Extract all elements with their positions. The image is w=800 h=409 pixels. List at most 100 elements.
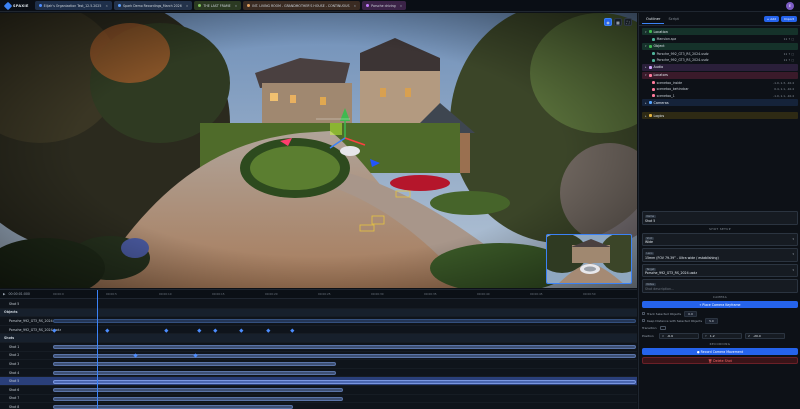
shot-bar[interactable] [53,353,636,359]
tab-last-frame[interactable]: THE LAST FRAME × [194,1,242,10]
time-tick: 00:00:20 [265,292,278,296]
tab-porsche-driving[interactable]: Porsche driving × [362,1,407,10]
shot-bar[interactable] [53,371,336,376]
object-track-bar[interactable] [53,319,636,324]
chevron-right-icon[interactable]: ▸ [645,114,647,118]
chevron-down-icon[interactable]: ▾ [645,44,647,48]
shot-name-field[interactable]: Name Shot 5 [642,211,798,225]
close-icon[interactable]: × [353,4,356,8]
scene-viewport[interactable]: ◉ ▦ ⛶ [0,13,637,288]
field-value: Wide [645,240,653,244]
close-icon[interactable]: × [186,4,189,8]
track-selected-checkbox[interactable]: Track Selected Objects 0.0 [642,310,798,317]
time-tick: 00:00:10 [159,292,172,296]
delete-shot-button[interactable]: 🗑 Delete Shot [642,357,798,364]
tab-script[interactable]: Script [664,15,682,23]
timeline-row-shot[interactable]: Shot 4 [0,369,637,378]
item-coordinates: -1.0, 1.1, -10.4 [773,93,794,98]
shot-type-select[interactable]: Shot Wide [642,232,798,246]
timeline-row-shot[interactable]: Shot 1 [0,343,637,352]
position-x-input[interactable]: X -6.9 [659,333,699,339]
keyframe-icon[interactable] [133,353,138,359]
value-chip[interactable]: 5.0 [705,317,718,324]
camera-preview[interactable] [546,234,632,284]
timeline-row-shot[interactable]: Shot 2 [0,352,637,361]
app-logo[interactable]: SPAXIE [0,0,35,12]
chevron-down-icon[interactable]: ▾ [645,73,647,77]
user-avatar[interactable]: E [786,2,794,10]
timeline-row-shot[interactable]: Shot 7 [0,395,637,404]
shot-bar[interactable] [53,345,636,350]
shot-bar[interactable] [53,379,636,384]
place-camera-keyframe-button[interactable]: ⌖ Place Camera Keyframe [642,301,798,308]
outliner-item[interactable]: Porsche_992_GT3_RS_2024.usdz 11 ↑ □ [642,57,798,64]
keyframe-icon[interactable] [193,353,198,359]
row-label: Shots [4,336,15,341]
chevron-right-icon[interactable]: ▸ [645,65,647,69]
play-icon[interactable]: ▶ [3,292,5,296]
outliner-item[interactable]: Mansion.spz 11 ↑ □ [642,36,798,43]
add-button[interactable]: + Add [763,16,780,22]
outliner-section-locators[interactable]: ▾ Locators [642,71,798,79]
checkbox-icon[interactable] [642,312,645,315]
checkbox-label: Keep Distance with Selected Objects [647,318,703,323]
keyframe-icon[interactable] [197,328,202,332]
outliner-section-object[interactable]: ▾ Object [642,42,798,50]
tab-demo-recordings[interactable]: Spark Demo Recordings_March 2026 × [114,1,193,10]
timeline[interactable]: ▶ 00:00:01:000 00:00:0 00:00:5 00:00:10 … [0,289,637,409]
keyframe-icon[interactable] [239,328,244,332]
tab-org-test[interactable]: Elijah's Organization Test_12.5.2025 × [34,1,113,10]
tab-living-room[interactable]: INT. LIVING ROOM - GRANDMOTHER'S HOUSE -… [243,1,361,10]
keyframe-icon[interactable] [266,328,271,332]
shot-description-field[interactable]: Notes Shot description... [642,279,798,293]
target-select[interactable]: Target Porsche_992_GT3_RS_2024.usdz [642,263,798,277]
grid-icon[interactable]: ▦ [614,18,622,26]
value-chip[interactable]: 0.0 [684,310,697,317]
import-button[interactable]: Import [781,16,797,22]
chevron-down-icon[interactable]: ▾ [645,30,647,34]
chevron-right-icon[interactable]: ▸ [645,101,647,105]
item-controls[interactable]: 11 ↑ □ [784,52,794,56]
keyframe-icon[interactable] [164,328,169,332]
lens-select[interactable]: Lens 15mm (FOV 79.39° - Ultra wide / est… [642,248,798,262]
item-label: scenetoo_1 [656,93,675,98]
close-icon[interactable]: × [400,4,403,8]
section-title: CAMERA [712,295,728,299]
timeline-row-object[interactable]: Porsche_992_GT3_RS_2024.usdz [0,317,637,326]
timeline-row-shot[interactable]: Shot 6 [0,386,637,395]
shot-bar[interactable] [53,362,336,367]
keyframe-icon[interactable] [213,328,218,332]
outliner-section-location[interactable]: ▾ Location [642,28,798,35]
item-controls[interactable]: 11 ↑ □ [784,37,794,41]
keyframe-icon[interactable] [105,328,110,332]
outliner-section-cameras[interactable]: ▸ Cameras [642,99,798,106]
position-z-input[interactable]: Z -20.0 [745,333,785,339]
outliner-section-audio[interactable]: ▸ Audio [642,63,798,71]
outliner-section-logics[interactable]: ▸ Logics [642,112,798,119]
timeline-row-shot-selected[interactable]: Shot 5 [0,377,637,386]
timeline-group-shots[interactable]: Shots [0,334,637,343]
transition-toggle[interactable] [659,326,666,330]
time-tick: 00:00:45 [530,292,543,296]
keep-distance-checkbox[interactable]: Keep Distance with Selected Objects 5.0 [642,317,798,324]
fullscreen-icon[interactable]: ⛶ [624,18,632,26]
field-value: Porsche_992_GT3_RS_2024.usdz [645,271,697,275]
position-y-input[interactable]: Y 1.2 [702,333,742,339]
tab-outliner[interactable]: Outliner [642,15,665,24]
timeline-row-current-shot[interactable]: Shot 5 [0,300,637,309]
timeline-row-object[interactable]: Porsche_992_GT3_RS_2024.usdz [0,326,637,335]
item-controls[interactable]: 11 ↑ □ [784,58,794,62]
close-icon[interactable]: × [105,4,108,8]
timeline-row-shot[interactable]: Shot 3 [0,360,637,369]
timeline-ruler[interactable]: ▶ 00:00:01:000 00:00:0 00:00:5 00:00:10 … [0,290,637,299]
checkbox-icon[interactable] [642,319,645,322]
camera-icon[interactable]: ◉ [604,18,612,26]
timeline-row-shot[interactable]: Shot 8 [0,403,637,409]
timeline-group-objects[interactable]: Objects [0,308,637,318]
keyframe-icon[interactable] [290,328,295,332]
close-icon[interactable]: × [235,4,238,8]
record-camera-movement-button[interactable]: ● Record Camera Movement [642,348,798,355]
playhead[interactable] [97,290,98,409]
shot-bar[interactable] [53,405,293,409]
section-label: Object [653,44,665,48]
